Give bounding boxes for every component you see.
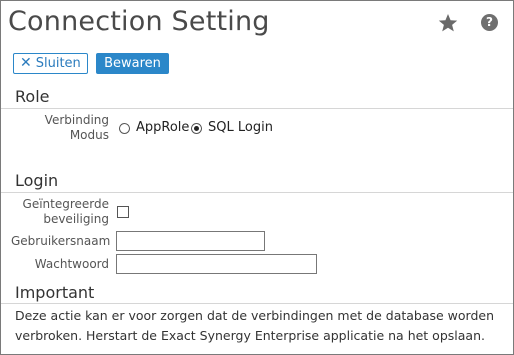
important-message: Deze actie kan er voor zorgen dat de ver…	[15, 308, 495, 343]
integrated-security-checkbox[interactable]	[117, 206, 129, 218]
close-button[interactable]: ✕ Sluiten	[13, 53, 88, 74]
password-input[interactable]	[116, 254, 317, 274]
save-button-label: Bewaren	[104, 56, 161, 71]
radio-approle[interactable]	[119, 123, 130, 134]
save-button[interactable]: Bewaren	[96, 53, 169, 74]
connection-mode-label: Verbinding Modus	[44, 113, 109, 142]
section-title-important: Important	[15, 283, 95, 302]
radio-sql-login[interactable]	[191, 123, 202, 134]
connection-setting-window: Connection Setting ? ✕ Sluiten Bewaren Ro…	[0, 0, 514, 355]
page-title: Connection Setting	[8, 6, 270, 37]
radio-sql-login-label[interactable]: SQL Login	[208, 120, 273, 135]
close-icon: ✕	[20, 55, 32, 71]
username-input[interactable]	[116, 231, 265, 251]
section-title-role: Role	[15, 87, 50, 106]
password-label: Wachtwoord	[34, 257, 109, 271]
star-icon[interactable]	[438, 13, 458, 33]
section-divider	[1, 108, 513, 109]
radio-approle-label[interactable]: AppRole	[136, 120, 189, 135]
section-title-login: Login	[15, 171, 59, 190]
close-button-label: Sluiten	[35, 56, 81, 71]
username-label: Gebruikersnaam	[11, 234, 111, 248]
integrated-security-label: Geïntegreerde beveiliging	[22, 197, 109, 226]
section-divider	[1, 303, 513, 304]
section-divider	[1, 192, 513, 193]
help-icon[interactable]: ?	[481, 14, 498, 31]
